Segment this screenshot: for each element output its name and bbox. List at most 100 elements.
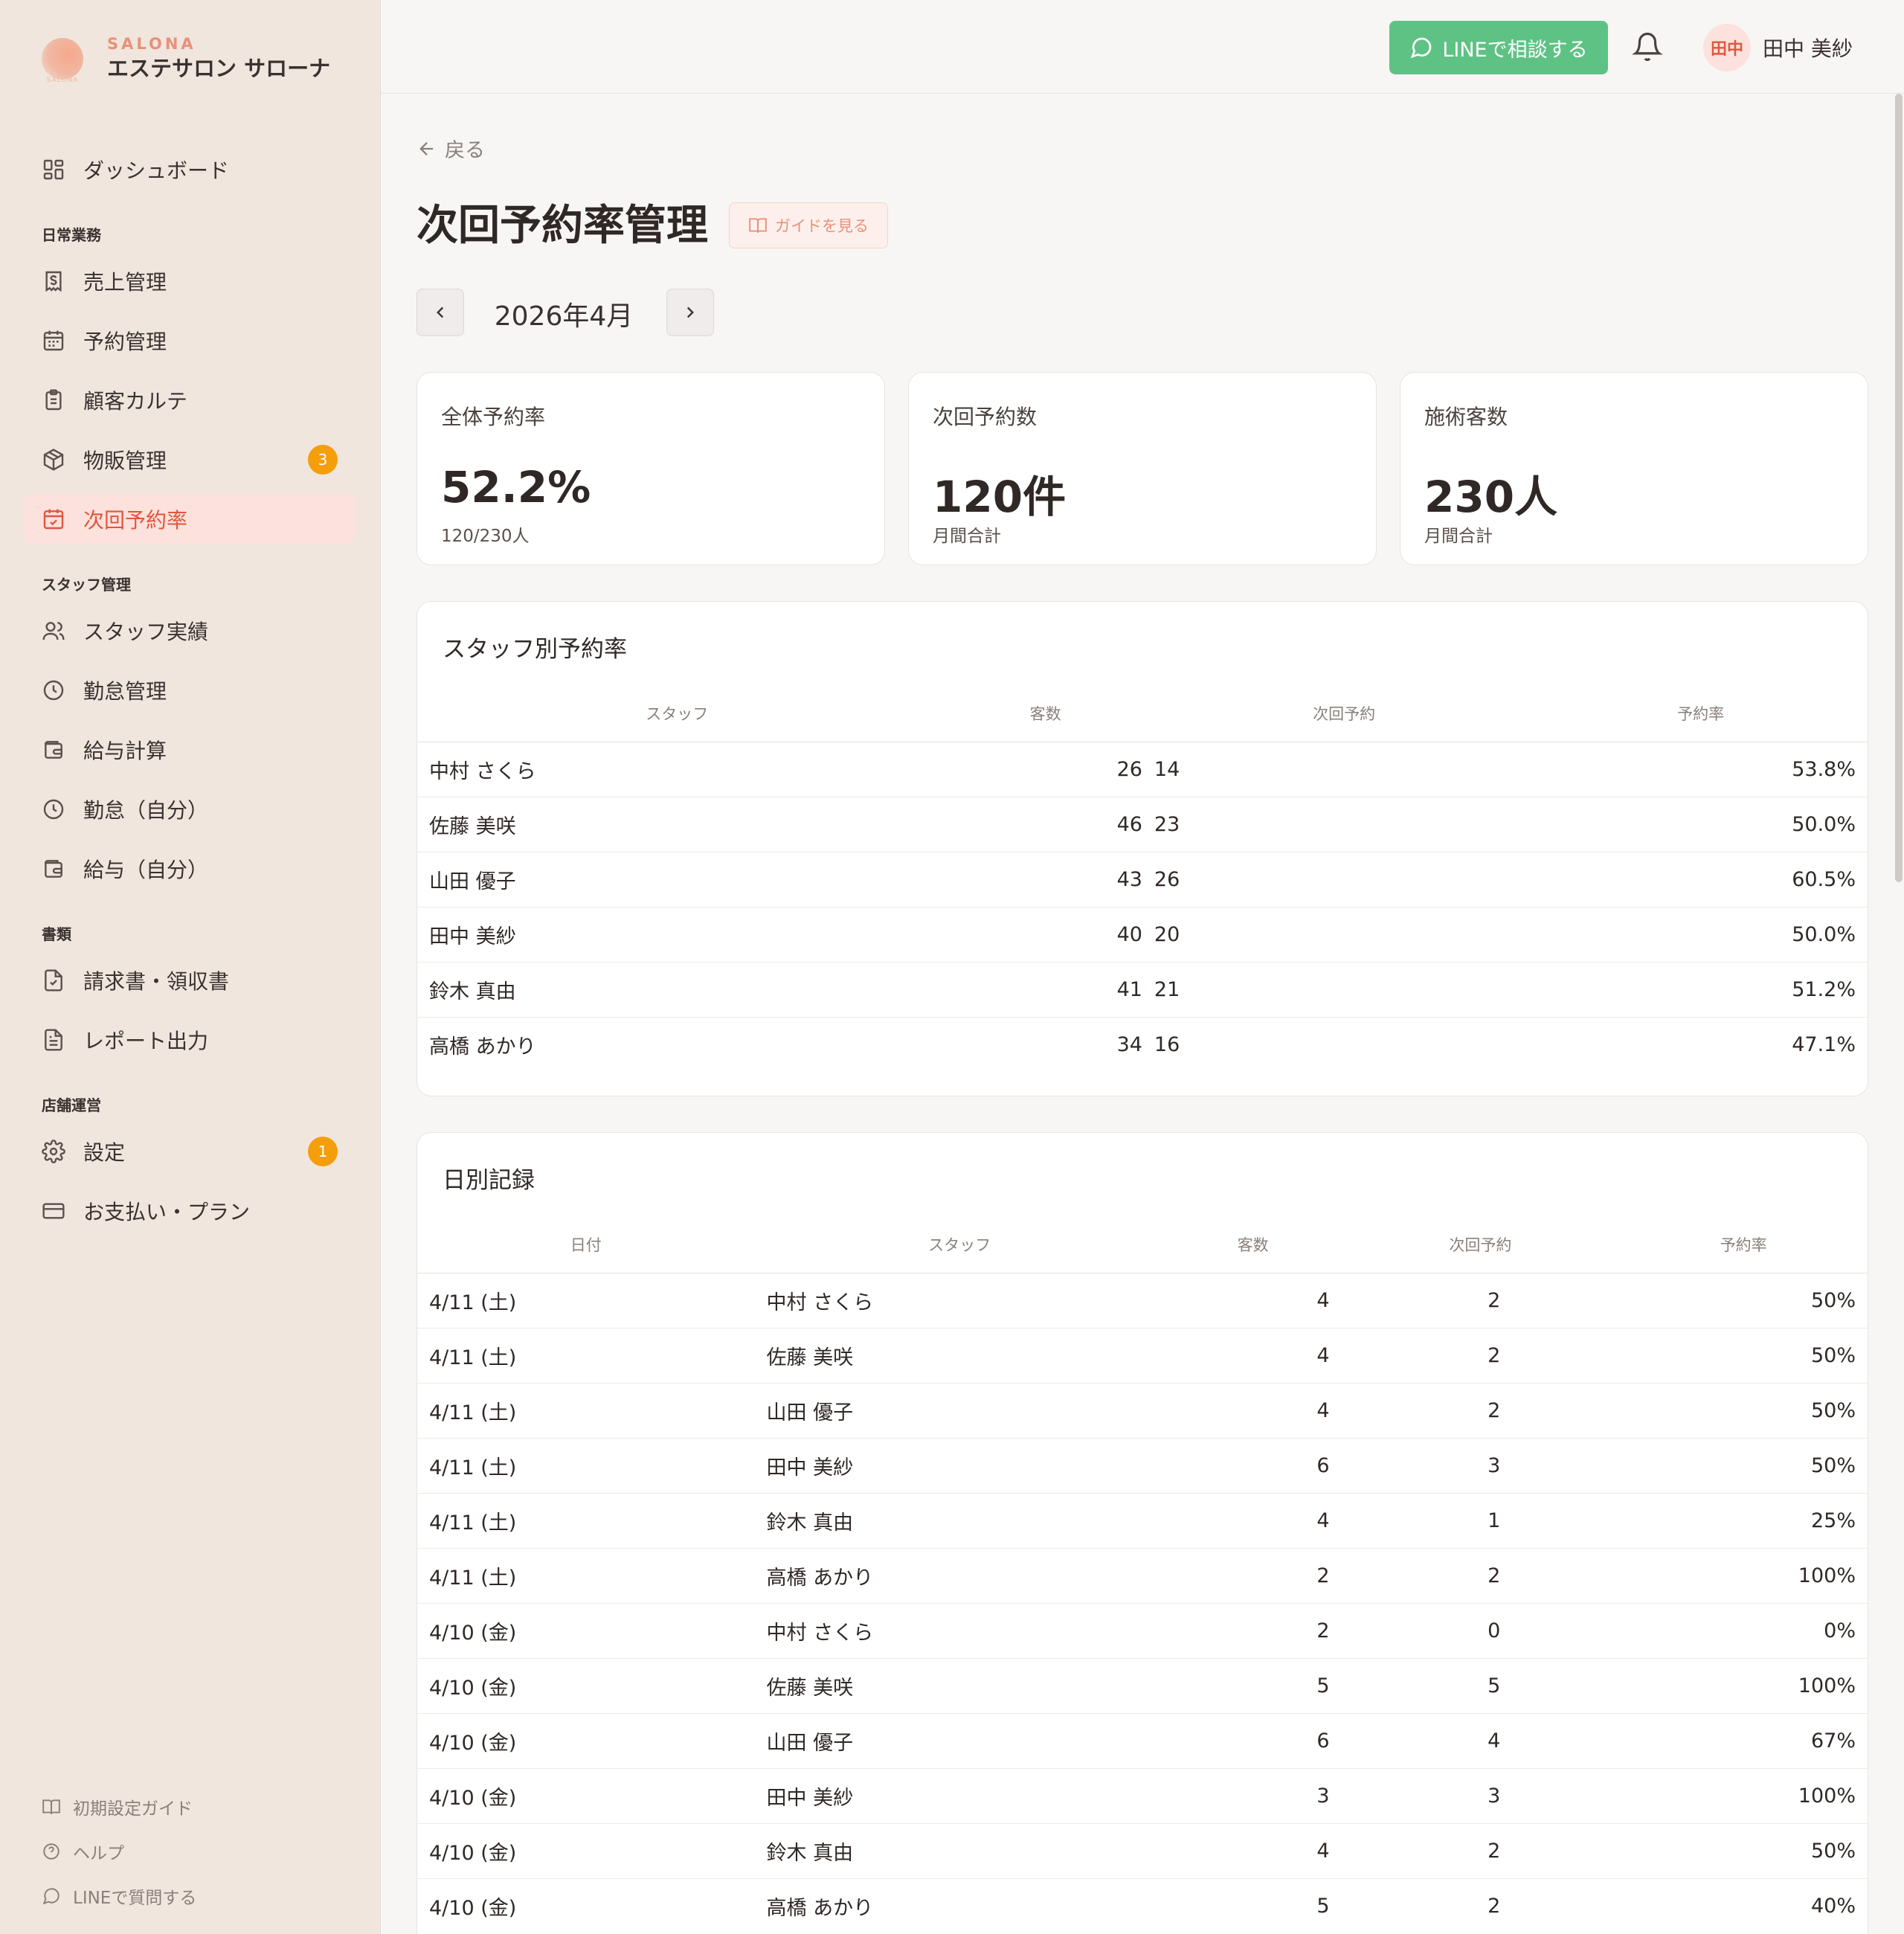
sidebar-item-payroll[interactable]: 給与計算 — [24, 725, 356, 775]
sidebar-item-invoice[interactable]: 請求書・領収書 — [24, 955, 356, 1006]
setup-guide-link[interactable]: 初期設定ガイド — [42, 1794, 193, 1819]
table-row[interactable]: 4/10 (金) 中村 さくら 2 0 0% — [417, 1603, 1868, 1659]
cell-date: 4/11 (土) — [417, 1493, 755, 1549]
brand[interactable]: SALONA SALONA エステサロン サローナ — [42, 34, 330, 84]
table-row[interactable]: 中村 さくら 26 14 53.8% — [417, 742, 1868, 797]
cell-rate: 25% — [1619, 1493, 1868, 1549]
sidebar-item-next-rate[interactable]: 次回予約率 — [24, 494, 356, 544]
cell-next: 21 — [1154, 962, 1534, 1018]
stat-card-next-reservations: 次回予約数 120件 月間合計 — [908, 372, 1377, 565]
column-header[interactable]: スタッフ — [417, 685, 937, 742]
column-header[interactable]: 日付 — [417, 1216, 755, 1273]
calendar-check-icon — [43, 509, 64, 530]
cell-customers: 3 — [1164, 1768, 1342, 1824]
table-header-row: スタッフ 客数 次回予約 予約率 — [417, 685, 1868, 742]
column-header[interactable]: 予約率 — [1619, 1216, 1868, 1273]
avatar[interactable]: 田中 — [1703, 24, 1751, 71]
cell-customers: 40 — [936, 907, 1154, 963]
sidebar-item-settings[interactable]: 設定 1 — [24, 1126, 356, 1177]
users-icon — [42, 622, 65, 640]
user-name[interactable]: 田中 美紗 — [1763, 33, 1853, 62]
table-row[interactable]: 4/11 (土) 高橋 あかり 2 2 100% — [417, 1548, 1868, 1604]
sidebar-item-attendance-self[interactable]: 勤怠（自分） — [24, 784, 356, 835]
prev-month-button[interactable] — [416, 289, 464, 336]
column-header[interactable]: 予約率 — [1534, 685, 1868, 742]
arrow-left-icon — [419, 141, 434, 155]
column-header[interactable]: 次回予約 — [1154, 685, 1534, 742]
cell-rate: 50% — [1619, 1328, 1868, 1384]
cell-staff: 鈴木 真由 — [754, 1823, 1165, 1879]
sidebar-item-customer[interactable]: 顧客カルテ — [24, 375, 356, 425]
section-label-docs: 書類 — [42, 925, 71, 943]
sidebar-item-sales[interactable]: 売上管理 — [24, 256, 356, 306]
help-link[interactable]: ヘルプ — [42, 1839, 124, 1864]
cell-customers: 43 — [936, 852, 1154, 907]
cell-staff: 山田 優子 — [754, 1383, 1165, 1439]
daily-records-table: 日付 スタッフ 客数 次回予約 予約率 4/11 (土) 中村 さくら 4 2 50% … — [417, 1216, 1868, 1933]
table-row[interactable]: 4/11 (土) 佐藤 美咲 4 2 50% — [417, 1328, 1868, 1384]
table-row[interactable]: 4/11 (土) 田中 美紗 6 3 50% — [417, 1438, 1868, 1494]
table-row[interactable]: 4/10 (金) 高橋 あかり 5 2 40% — [417, 1878, 1868, 1933]
sidebar-item-report[interactable]: レポート出力 — [24, 1015, 356, 1065]
next-month-button[interactable] — [666, 289, 714, 336]
file-text-icon — [45, 1029, 62, 1051]
sidebar-item-billing[interactable]: お支払い・プラン — [24, 1186, 356, 1236]
cell-rate: 60.5% — [1534, 852, 1868, 907]
cell-staff: 佐藤 美咲 — [754, 1328, 1165, 1384]
sidebar-item-reservation[interactable]: 予約管理 — [24, 315, 356, 366]
cell-customers: 5 — [1164, 1658, 1342, 1714]
table-row[interactable]: 4/10 (金) 佐藤 美咲 5 5 100% — [417, 1658, 1868, 1714]
column-header[interactable]: 客数 — [1164, 1216, 1342, 1273]
back-link[interactable]: 戻る — [416, 134, 485, 163]
cell-next: 5 — [1341, 1658, 1620, 1714]
sidebar-item-staff-performance[interactable]: スタッフ実績 — [24, 605, 356, 656]
cell-customers: 4 — [1164, 1493, 1342, 1549]
staff-rate-title: スタッフ別予約率 — [443, 636, 627, 663]
cell-date: 4/11 (土) — [417, 1548, 755, 1604]
cell-next: 2 — [1341, 1273, 1620, 1329]
line-question-link[interactable]: LINEで質問する — [42, 1883, 196, 1909]
wallet-icon — [45, 741, 62, 759]
sidebar-item-label: スタッフ実績 — [83, 620, 209, 644]
table-row[interactable]: 4/11 (土) 山田 優子 4 2 50% — [417, 1383, 1868, 1439]
table-row[interactable]: 山田 優子 43 26 60.5% — [417, 852, 1868, 907]
book-open-icon — [749, 218, 767, 233]
sidebar-item-label: ダッシュボード — [83, 158, 230, 183]
table-row[interactable]: 佐藤 美咲 46 23 50.0% — [417, 797, 1868, 852]
chevron-right-icon — [686, 306, 694, 318]
sidebar-item-dashboard[interactable]: ダッシュボード — [24, 144, 356, 195]
table-row[interactable]: 田中 美紗 40 20 50.0% — [417, 907, 1868, 963]
table-row[interactable]: 4/10 (金) 山田 優子 6 4 67% — [417, 1713, 1868, 1769]
table-row[interactable]: 4/11 (土) 鈴木 真由 4 1 25% — [417, 1493, 1868, 1549]
bell-icon[interactable] — [1632, 31, 1663, 62]
top-header: LINEで相談する 田中 田中 美紗 — [381, 0, 1904, 94]
cell-next: 2 — [1341, 1383, 1620, 1439]
cell-next: 2 — [1341, 1823, 1620, 1879]
cell-date: 4/10 (金) — [417, 1658, 755, 1714]
table-row[interactable]: 高橋 あかり 34 16 47.1% — [417, 1017, 1868, 1072]
guide-button[interactable]: ガイドを見る — [729, 202, 888, 248]
column-header[interactable]: 客数 — [936, 685, 1154, 742]
column-header[interactable]: 次回予約 — [1341, 1216, 1620, 1273]
book-open-icon — [42, 1799, 60, 1814]
cell-next: 2 — [1488, 1894, 1501, 1918]
table-row[interactable]: 4/11 (土) 中村 さくら 4 2 50% — [417, 1273, 1868, 1329]
section-label-store: 店舗運営 — [42, 1096, 101, 1114]
table-row[interactable]: 鈴木 真由 41 21 51.2% — [417, 962, 1868, 1018]
daily-records-title: 日別記録 — [443, 1167, 535, 1194]
sidebar-item-payroll-self[interactable]: 給与（自分） — [24, 844, 356, 894]
wallet-icon — [45, 860, 62, 878]
stat-label: 次回予約数 — [933, 405, 1038, 429]
table-row[interactable]: 4/10 (金) 鈴木 真由 4 2 50% — [417, 1823, 1868, 1879]
brand-logo: SALONA — [42, 38, 83, 84]
sidebar-item-attendance[interactable]: 勤怠管理 — [24, 665, 356, 716]
table-row[interactable]: 4/10 (金) 田中 美紗 3 3 100% — [417, 1768, 1868, 1824]
scrollbar[interactable] — [1895, 94, 1903, 882]
cell-date: 4/11 (土) — [417, 1273, 755, 1329]
sidebar-item-products[interactable]: 物販管理 3 — [24, 434, 356, 485]
line-consult-button[interactable]: LINEで相談する — [1389, 21, 1608, 74]
column-header[interactable]: スタッフ — [754, 1216, 1165, 1273]
cell-staff: 高橋 あかり — [766, 1896, 874, 1920]
cell-customers: 4 — [1164, 1273, 1342, 1329]
cell-customers: 41 — [936, 962, 1154, 1018]
